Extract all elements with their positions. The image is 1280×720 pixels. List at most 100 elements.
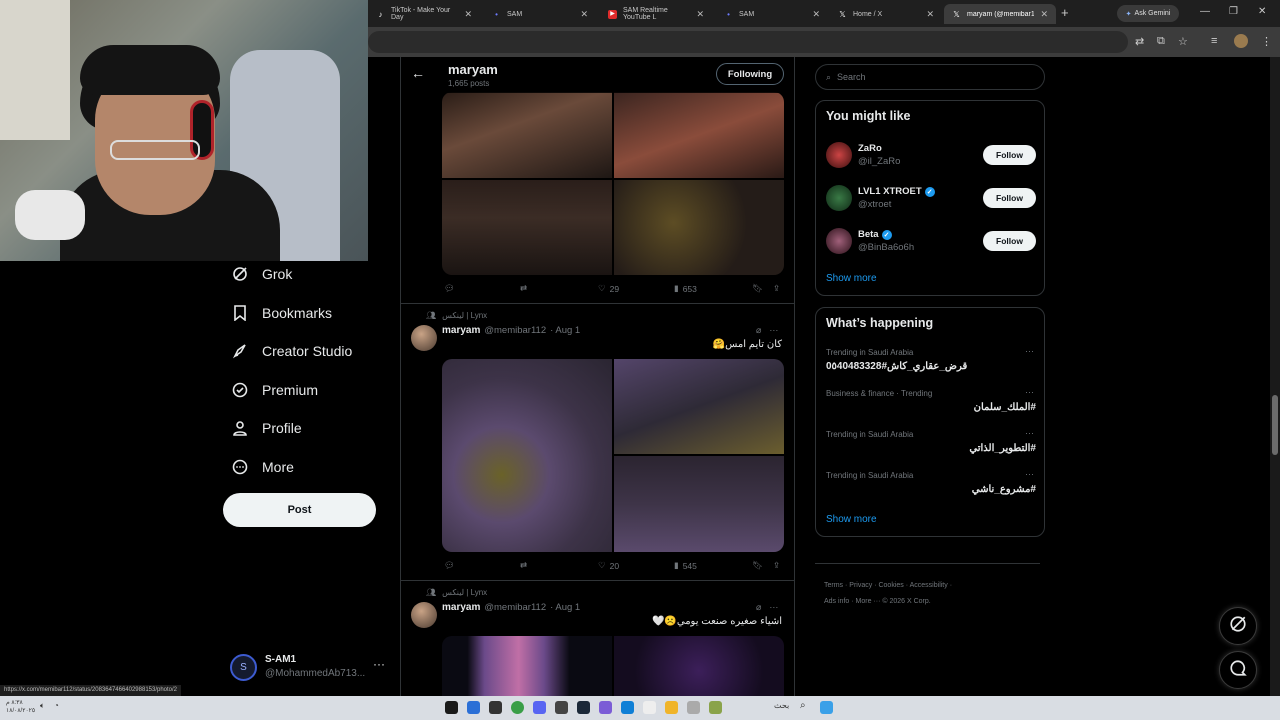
reply-icon[interactable]: 💬︎ xyxy=(444,283,459,294)
edge-icon[interactable] xyxy=(621,701,634,714)
close-icon[interactable]: ✕ xyxy=(464,9,472,20)
more-dots-icon[interactable]: ··· xyxy=(1025,387,1034,397)
more-dots-icon[interactable]: ··· xyxy=(1025,469,1034,479)
window-close-icon[interactable]: ✕ xyxy=(1258,6,1266,17)
tweet-date[interactable]: · Aug 1 xyxy=(550,602,580,613)
footer-link-more[interactable]: More ··· xyxy=(856,598,881,605)
close-icon[interactable]: ✕ xyxy=(812,9,820,20)
show-more-link[interactable]: Show more xyxy=(826,514,877,525)
messages-floating-button[interactable] xyxy=(1219,651,1257,689)
media-photo[interactable] xyxy=(614,359,784,454)
suggested-account[interactable]: Beta ✓ @BinBa6o6h Follow xyxy=(826,228,1036,258)
avatar[interactable] xyxy=(411,325,437,351)
media-photo[interactable] xyxy=(442,359,612,552)
close-icon[interactable]: ✕ xyxy=(1040,9,1048,20)
footer-link-terms[interactable]: Terms xyxy=(824,582,843,589)
trend-item[interactable]: Trending in Saudi Arabia ··· قرض_عقاري_ك… xyxy=(826,346,1036,384)
install-app-icon[interactable]: ⧉ xyxy=(1157,35,1165,48)
suggested-account[interactable]: LVL1 XTROET ✓ @xtroet Follow xyxy=(826,185,1036,215)
star-icon[interactable]: ☆ xyxy=(1178,35,1188,48)
nav-item-creator-studio[interactable]: Creator Studio xyxy=(222,332,392,371)
app-icon[interactable] xyxy=(643,701,656,714)
following-button[interactable]: Following xyxy=(716,63,784,85)
share-icon[interactable]: ⇪ xyxy=(773,283,780,294)
app-icon[interactable] xyxy=(467,701,480,714)
more-dots-icon[interactable]: ··· xyxy=(769,602,778,613)
suggested-account[interactable]: ZaRo @il_ZaRo Follow xyxy=(826,142,1036,172)
tab-search-icon[interactable]: ≡ xyxy=(1211,35,1217,47)
minimize-icon[interactable]: — xyxy=(1200,6,1210,17)
bookmark-icon[interactable]: 🔖︎ xyxy=(752,560,763,571)
author-handle[interactable]: @memibar112 xyxy=(484,602,546,613)
browser-tab-tiktok[interactable]: ♪ TikTok - Make Your Day ✕ xyxy=(368,4,480,24)
app-icon[interactable] xyxy=(555,701,568,714)
trend-item[interactable]: Trending in Saudi Arabia ··· #التطوير_ال… xyxy=(826,428,1036,466)
url-field[interactable] xyxy=(368,31,1128,53)
post-button[interactable]: Post xyxy=(223,493,376,527)
trend-item[interactable]: Business & finance · Trending ··· #الملك… xyxy=(826,387,1036,425)
media-photo[interactable] xyxy=(442,92,612,178)
more-dots-icon[interactable]: ··· xyxy=(769,325,778,336)
author-name[interactable]: maryam xyxy=(442,602,480,613)
media-photo[interactable] xyxy=(614,92,784,178)
media-photo[interactable] xyxy=(614,636,784,696)
like-icon[interactable]: ♡ 29 xyxy=(598,283,619,294)
follow-button[interactable]: Follow xyxy=(983,188,1036,208)
community-label[interactable]: 👥︎ لينكس | Lynx xyxy=(426,588,487,597)
close-icon[interactable]: ✕ xyxy=(580,9,588,20)
tweet-media-grid[interactable] xyxy=(442,359,784,552)
app-icon[interactable] xyxy=(687,701,700,714)
browser-tab-sam-2[interactable]: • SAM ✕ xyxy=(716,4,828,24)
more-dots-icon[interactable]: ··· xyxy=(1025,346,1034,356)
like-icon[interactable]: ♡ 20 xyxy=(598,560,619,571)
browser-tab-home-x[interactable]: 𝕏 Home / X ✕ xyxy=(830,4,942,24)
trend-item[interactable]: Trending in Saudi Arabia ··· #مشروع_ناشي xyxy=(826,469,1036,507)
repost-icon[interactable]: ⇄ xyxy=(520,283,531,294)
footer-link-cookies[interactable]: Cookies xyxy=(878,582,903,589)
share-icon[interactable]: ⇪ xyxy=(773,560,780,571)
tweet-media-grid[interactable] xyxy=(442,92,784,275)
bookmark-icon[interactable]: 🔖︎ xyxy=(752,283,763,294)
footer-link-privacy[interactable]: Privacy xyxy=(849,582,872,589)
account-switcher[interactable]: S S-AM1 @MohammedAb713... ··· xyxy=(230,652,390,682)
back-arrow-icon[interactable]: ← xyxy=(411,65,425,81)
close-icon[interactable]: ✕ xyxy=(696,9,704,20)
browser-tab-maryam[interactable]: 𝕏 maryam (@memibar112) ✕ xyxy=(944,4,1056,24)
browser-tab-youtube[interactable]: ▶ SAM Realtime YouTube L ✕ xyxy=(600,4,712,24)
avatar[interactable] xyxy=(411,602,437,628)
folder-icon[interactable] xyxy=(665,701,678,714)
grok-floating-button[interactable] xyxy=(1219,607,1257,645)
nav-item-more[interactable]: More xyxy=(222,448,392,487)
grok-icon[interactable]: ⌀ xyxy=(756,602,761,613)
author-handle[interactable]: @memibar112 xyxy=(484,325,546,336)
browser-profile-avatar[interactable] xyxy=(1234,34,1248,48)
translate-icon[interactable]: ⇄ xyxy=(1135,35,1144,48)
repost-icon[interactable]: ⇄ xyxy=(520,560,531,571)
media-photo[interactable] xyxy=(614,456,784,552)
more-dots-icon[interactable]: ··· xyxy=(373,657,385,671)
reply-icon[interactable]: 💬︎ xyxy=(444,560,459,571)
grok-icon[interactable]: ⌀ xyxy=(756,325,761,336)
views-icon[interactable]: ▮ 653 xyxy=(674,283,697,294)
follow-button[interactable]: Follow xyxy=(983,145,1036,165)
taskbar-search-label[interactable]: بحث xyxy=(774,701,789,710)
nav-item-bookmarks[interactable]: Bookmarks xyxy=(222,294,392,333)
app-icon[interactable] xyxy=(709,701,722,714)
ask-gemini-button[interactable]: ✦ Ask Gemini xyxy=(1117,5,1179,22)
system-clock[interactable]: ٨:٣٨ م ١٨/٠٨/٢٠٢٥ xyxy=(6,699,35,715)
author-name[interactable]: maryam xyxy=(442,325,480,336)
discord-icon[interactable] xyxy=(533,701,546,714)
app-icon[interactable] xyxy=(489,701,502,714)
close-icon[interactable]: ✕ xyxy=(926,9,934,20)
search-input[interactable]: ⌕ Search xyxy=(815,64,1045,90)
tweet-media-grid[interactable] xyxy=(442,636,784,696)
show-more-link[interactable]: Show more xyxy=(826,273,877,284)
nav-item-premium[interactable]: Premium xyxy=(222,371,392,410)
new-tab-button[interactable]: + xyxy=(1061,5,1069,20)
footer-link-accessibility[interactable]: Accessibility xyxy=(910,582,948,589)
community-label[interactable]: 👥︎ لينكس | Lynx xyxy=(426,311,487,320)
page-scrollbar[interactable] xyxy=(1270,57,1280,696)
views-icon[interactable]: ▮ 545 xyxy=(674,560,697,571)
chrome-icon[interactable] xyxy=(511,701,524,714)
app-icon[interactable] xyxy=(599,701,612,714)
